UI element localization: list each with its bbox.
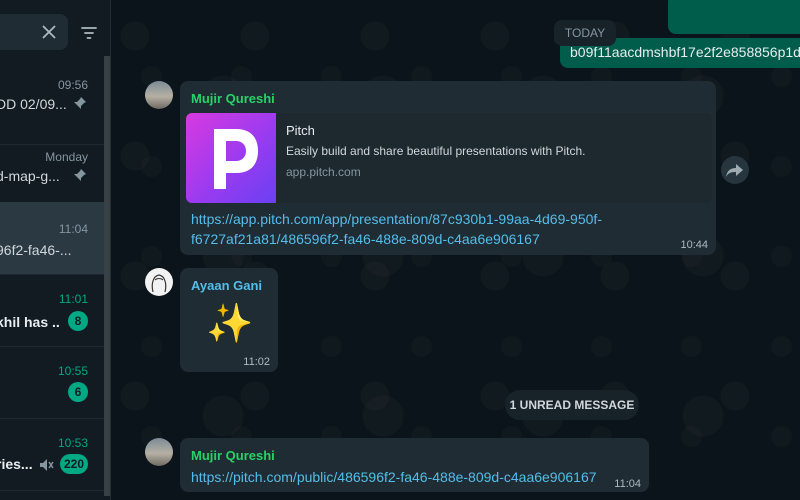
- link-preview-title: Pitch: [286, 123, 315, 138]
- forward-icon: [726, 164, 743, 177]
- incoming-message-bubble: Mujir Qureshi Pitch Easily build and sha…: [180, 81, 716, 255]
- incoming-message-bubble: Mujir Qureshi https://pitch.com/public/4…: [180, 438, 649, 492]
- chat-preview: DD 02/09...: [0, 96, 67, 112]
- day-divider: TODAY: [554, 20, 616, 46]
- chat-time: Monday: [45, 150, 88, 164]
- forward-button[interactable]: [721, 156, 749, 184]
- sender-name[interactable]: Mujir Qureshi: [191, 91, 275, 106]
- chat-time: 09:56: [57, 78, 88, 92]
- pitch-logo: [186, 113, 276, 203]
- message-link[interactable]: https://app.pitch.com/app/presentation/8…: [191, 209, 602, 229]
- unread-badge: 8: [68, 311, 88, 331]
- filter-icon[interactable]: [80, 24, 98, 42]
- sparkles-emoji: ✨: [206, 303, 254, 345]
- avatar[interactable]: [145, 268, 173, 296]
- message-link[interactable]: https://pitch.com/public/486596f2-fa46-4…: [191, 467, 597, 487]
- chat-preview: ries...: [0, 456, 32, 472]
- message-time: 10:44: [680, 239, 708, 251]
- chat-list-item[interactable]: 10:53 ries... 220: [0, 418, 104, 491]
- message-link[interactable]: f6727af21a81/486596f2-fa46-488e-809d-c4a…: [191, 229, 540, 249]
- chat-preview: khil has ...: [0, 314, 60, 330]
- chat-time: 11:01: [58, 292, 88, 306]
- chat-preview: 96f2-fa46-...: [0, 242, 72, 258]
- link-preview-card[interactable]: Pitch Easily build and share beautiful p…: [186, 113, 712, 203]
- incoming-message-bubble: Ayaan Gani ✨ 11:02: [180, 268, 278, 372]
- close-icon[interactable]: [40, 23, 58, 41]
- sender-name[interactable]: Mujir Qureshi: [191, 448, 275, 463]
- chat-time: 10:55: [57, 364, 88, 378]
- chat-time: 10:53: [57, 436, 88, 450]
- pin-icon: [74, 169, 86, 181]
- message-time: 11:04: [614, 478, 641, 490]
- sender-name[interactable]: Ayaan Gani: [191, 278, 262, 293]
- muted-icon: [40, 459, 54, 471]
- chat-list-panel: 09:56 DD 02/09... Monday d-map-g... 11:0…: [0, 0, 111, 500]
- link-preview-domain: app.pitch.com: [286, 165, 361, 179]
- chat-list-item[interactable]: 11:01 khil has ... 8: [0, 274, 104, 347]
- chat-list-item-active[interactable]: 11:04 96f2-fa46-...: [0, 202, 104, 275]
- chat-preview: d-map-g...: [0, 168, 60, 184]
- unread-badge: 6: [68, 382, 88, 402]
- pin-icon: [74, 97, 86, 109]
- search-input[interactable]: [0, 14, 68, 50]
- chat-list-item[interactable]: 10:55 6: [0, 346, 104, 419]
- avatar[interactable]: [145, 81, 173, 109]
- unread-divider: 1 UNREAD MESSAGE: [505, 390, 639, 420]
- link-preview-description: Easily build and share beautiful present…: [286, 144, 586, 158]
- message-text: b09f11aacdmshbf17e2f2e858856p1d: [570, 44, 800, 60]
- avatar[interactable]: [145, 438, 173, 466]
- unread-badge: 220: [60, 454, 89, 474]
- message-time: 11:02: [243, 356, 270, 368]
- outgoing-message-bubble: [668, 0, 800, 34]
- conversation-pane: b09f11aacdmshbf17e2f2e858856p1d TODAY Mu…: [111, 0, 800, 500]
- scrollbar[interactable]: [104, 56, 110, 496]
- chat-list-item[interactable]: 09:56 DD 02/09...: [0, 72, 104, 145]
- chat-time: 11:04: [58, 222, 88, 236]
